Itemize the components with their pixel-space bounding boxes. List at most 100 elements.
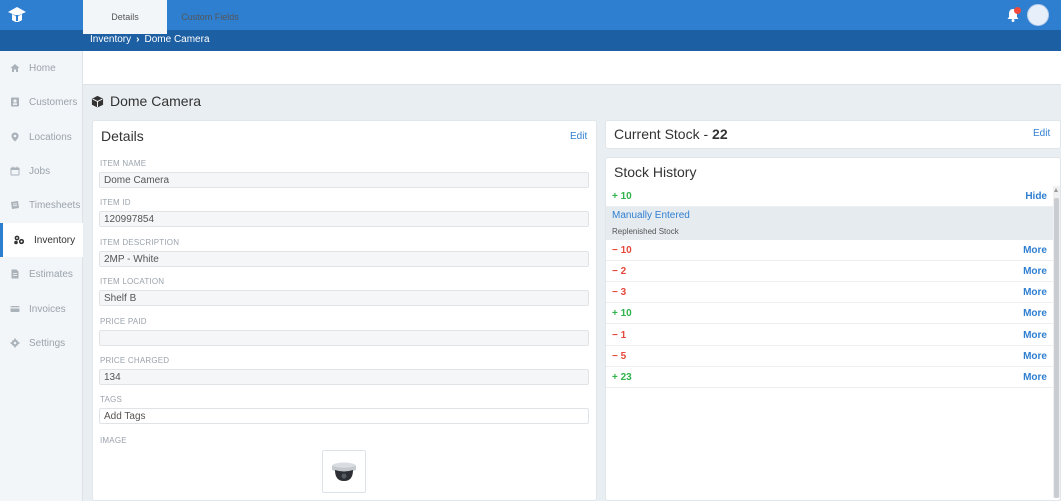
home-icon bbox=[10, 64, 20, 72]
stock-change-qty: + 10 bbox=[612, 308, 632, 319]
stock-change-qty: − 2 bbox=[612, 266, 626, 277]
stock-change-sign: − bbox=[612, 351, 618, 362]
stock-change-amount: 2 bbox=[620, 266, 627, 277]
sidebar-item-home[interactable]: Home bbox=[0, 51, 83, 85]
item-name-input[interactable] bbox=[99, 172, 589, 188]
stock-change-sign: + bbox=[612, 191, 618, 202]
sidebar-item-customers[interactable]: Customers bbox=[0, 85, 83, 119]
more-link[interactable]: More bbox=[1023, 287, 1047, 298]
more-link[interactable]: More bbox=[1023, 330, 1047, 341]
stock-change-amount: 10 bbox=[620, 308, 632, 319]
calendar-icon bbox=[10, 166, 20, 176]
stock-history-row[interactable]: − 3 More bbox=[606, 282, 1053, 303]
location-pin-icon bbox=[11, 132, 19, 142]
sidebar-item-label: Settings bbox=[29, 337, 66, 349]
scroll-up-arrow-icon[interactable] bbox=[1054, 188, 1058, 192]
app-logo-icon[interactable] bbox=[7, 5, 27, 25]
sidebar-item-timesheets[interactable]: Timesheets bbox=[0, 188, 83, 222]
tab-details[interactable]: Details bbox=[83, 0, 167, 34]
tags-input[interactable] bbox=[99, 408, 589, 424]
more-link[interactable]: More bbox=[1023, 372, 1047, 383]
field-label-item-description: ITEM DESCRIPTION bbox=[100, 238, 180, 247]
stock-change-sign: − bbox=[612, 287, 618, 298]
stock-change-qty: + 23 bbox=[612, 372, 632, 383]
field-label-price-charged: PRICE CHARGED bbox=[100, 356, 170, 365]
stock-history-row[interactable]: + 10 More bbox=[606, 303, 1053, 324]
more-link[interactable]: More bbox=[1023, 245, 1047, 256]
breadcrumb-parent-link[interactable]: Inventory bbox=[90, 34, 131, 45]
more-link[interactable]: More bbox=[1023, 308, 1047, 319]
field-label-price-paid: PRICE PAID bbox=[100, 317, 147, 326]
stock-change-qty: − 5 bbox=[612, 351, 626, 362]
more-link[interactable]: More bbox=[1023, 266, 1047, 277]
stock-change-amount: 10 bbox=[620, 191, 632, 202]
sidebar-item-label: Home bbox=[29, 62, 56, 74]
stock-history-row[interactable]: − 10 More bbox=[606, 240, 1053, 261]
stock-history-row[interactable]: − 2 More bbox=[606, 261, 1053, 282]
stock-note: Replenished Stock bbox=[612, 227, 679, 236]
item-location-input[interactable] bbox=[99, 290, 589, 306]
sidebar-item-label: Inventory bbox=[34, 234, 76, 246]
gear-icon bbox=[10, 338, 20, 348]
notification-badge bbox=[1014, 7, 1021, 14]
stock-change-amount: 1 bbox=[620, 330, 627, 341]
stock-history-row[interactable]: − 1 More bbox=[606, 325, 1053, 346]
breadcrumb: Inventory › Dome Camera bbox=[90, 34, 210, 45]
stock-change-qty: − 1 bbox=[612, 330, 626, 341]
box-icon bbox=[91, 95, 104, 108]
stock-change-amount: 10 bbox=[620, 245, 632, 256]
sidebar-item-invoices[interactable]: Invoices bbox=[0, 292, 83, 326]
item-description-input[interactable] bbox=[99, 251, 589, 267]
field-label-image: IMAGE bbox=[100, 436, 127, 445]
scrollbar-thumb[interactable] bbox=[1054, 198, 1059, 498]
sidebar-item-inventory[interactable]: Inventory bbox=[0, 223, 83, 257]
sidebar-item-estimates[interactable]: Estimates bbox=[0, 257, 83, 291]
stock-change-amount: 3 bbox=[620, 287, 627, 298]
stock-change-amount: 5 bbox=[620, 351, 627, 362]
current-stock-title: Current Stock - 22 bbox=[614, 126, 728, 142]
breadcrumb-separator: › bbox=[136, 34, 140, 45]
stock-change-sign: − bbox=[612, 330, 618, 341]
stock-source-link[interactable]: Manually Entered bbox=[612, 210, 690, 221]
stock-change-sign: + bbox=[612, 308, 618, 319]
stock-change-sign: + bbox=[612, 372, 618, 383]
stock-history-row[interactable]: + 23 More bbox=[606, 367, 1053, 388]
invoice-icon bbox=[10, 306, 20, 312]
sidebar-item-label: Invoices bbox=[29, 303, 66, 315]
price-paid-input[interactable] bbox=[99, 330, 589, 346]
item-id-input[interactable] bbox=[99, 211, 589, 227]
more-link[interactable]: More bbox=[1023, 351, 1047, 362]
item-image-thumbnail[interactable] bbox=[322, 450, 366, 493]
stock-change-sign: − bbox=[612, 266, 618, 277]
stock-change-qty: + 10 bbox=[612, 191, 632, 202]
current-stock-edit-link[interactable]: Edit bbox=[1033, 128, 1050, 139]
field-label-item-id: ITEM ID bbox=[100, 198, 131, 207]
field-label-tags: TAGS bbox=[100, 395, 122, 404]
inventory-icon bbox=[14, 235, 25, 245]
current-stock-value: 22 bbox=[712, 126, 728, 142]
sidebar-item-label: Locations bbox=[29, 131, 72, 143]
price-charged-input[interactable] bbox=[99, 369, 589, 385]
sidebar-item-settings[interactable]: Settings bbox=[0, 326, 83, 360]
estimate-icon bbox=[11, 269, 19, 279]
stock-change-sign: − bbox=[612, 245, 618, 256]
current-stock-label: Current Stock - bbox=[614, 126, 713, 142]
details-card-title: Details bbox=[101, 128, 144, 144]
stock-history-detail: Manually Entered Replenished Stock bbox=[606, 207, 1053, 240]
stock-history-title: Stock History bbox=[614, 164, 697, 180]
page-title-text: Dome Camera bbox=[110, 93, 202, 109]
sidebar-item-label: Customers bbox=[29, 96, 78, 108]
stock-change-qty: − 10 bbox=[612, 245, 632, 256]
details-edit-link[interactable]: Edit bbox=[570, 131, 587, 142]
page-title: Dome Camera bbox=[91, 93, 201, 109]
stock-change-amount: 23 bbox=[620, 372, 632, 383]
user-avatar[interactable] bbox=[1027, 4, 1049, 26]
stock-history-row-expanded[interactable]: + 10 Hide bbox=[606, 186, 1053, 207]
tab-custom-fields[interactable]: Custom Fields bbox=[167, 0, 253, 34]
hide-link[interactable]: Hide bbox=[1025, 191, 1047, 202]
stock-history-row[interactable]: − 5 More bbox=[606, 346, 1053, 367]
breadcrumb-current: Dome Camera bbox=[144, 34, 210, 45]
sidebar-item-jobs[interactable]: Jobs bbox=[0, 154, 83, 188]
sidebar-item-label: Jobs bbox=[29, 165, 51, 177]
sidebar-item-locations[interactable]: Locations bbox=[0, 120, 83, 154]
